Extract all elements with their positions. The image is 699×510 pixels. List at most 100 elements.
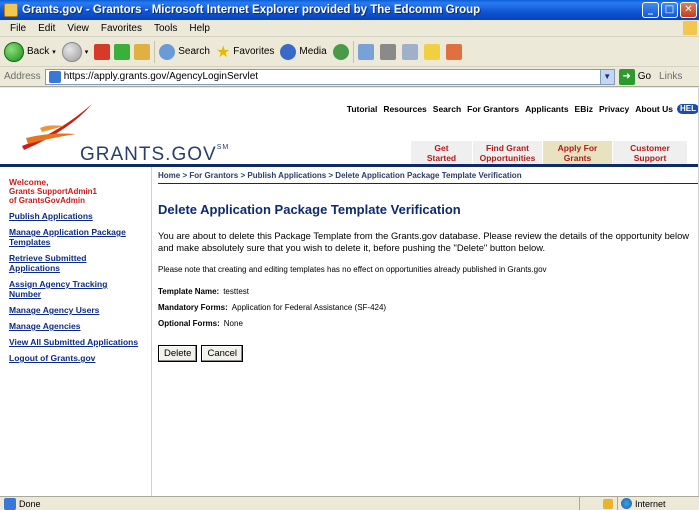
tab-customer-support[interactable]: Customer Support [612,141,687,164]
site-header: Tutorial Resources Search For Grantors A… [0,88,699,167]
top-navigation: Tutorial Resources Search For Grantors A… [341,104,699,114]
address-input[interactable]: https://apply.grants.gov/AgencyLoginServ… [44,68,615,85]
menu-favorites[interactable]: Favorites [95,23,148,34]
toolbar-separator [352,40,354,63]
globe-icon [621,498,632,509]
links-button[interactable]: Links [659,71,682,82]
page-icon [48,70,61,83]
media-label: Media [299,46,327,57]
minimize-button[interactable]: _ [642,2,659,18]
sidebar-item-retrieve-submitted-applications[interactable]: Retrieve Submitted Applications [9,253,139,273]
welcome-text: Welcome, [9,177,49,187]
menu-file[interactable]: File [4,23,32,34]
back-button[interactable]: Back ▾ [4,41,56,62]
menu-edit[interactable]: Edit [32,23,61,34]
topnav-for-grantors[interactable]: For Grantors [467,104,519,114]
cancel-button[interactable]: Cancel [201,345,244,362]
topnav-about-us[interactable]: About Us [635,104,673,114]
address-url: https://apply.grants.gov/AgencyLoginServ… [63,71,259,82]
tab-get-started[interactable]: Get Started [410,141,472,164]
page-viewport: Tutorial Resources Search For Grantors A… [0,88,699,496]
history-icon[interactable] [332,43,349,60]
menu-bar: File Edit View Favorites Tools Help [0,20,699,37]
topnav-resources[interactable]: Resources [383,104,426,114]
stop-icon[interactable] [94,43,111,60]
browser-toolbar: Back ▾ ▾ Search ★ Favorites Media [0,37,699,67]
intro-text: You are about to delete this Package Tem… [158,230,690,253]
address-label: Address [4,71,41,82]
template-name-row: Template Name: testtest [158,287,699,296]
favorites-button[interactable]: ★ Favorites [216,42,274,62]
optional-forms-label: Optional Forms: [158,319,220,328]
grants-logo-text: GRANTS.GOVSM [80,144,230,165]
close-button[interactable]: ✕ [680,2,697,18]
print-icon[interactable] [379,43,396,60]
tab-apply-for-grants[interactable]: Apply For Grants [542,141,612,164]
sidebar-item-manage-agency-users[interactable]: Manage Agency Users [9,305,139,315]
zone-text: Internet [635,498,666,509]
search-button[interactable]: Search [159,43,210,60]
search-label: Search [178,46,210,57]
forward-dropdown-icon[interactable]: ▾ [85,48,89,56]
folder-icon[interactable] [423,43,440,60]
menu-view[interactable]: View [61,23,95,34]
main-content: Home > For Grantors > Publish Applicatio… [158,167,699,496]
sidebar-item-view-all-submitted-applications[interactable]: View All Submitted Applications [9,337,139,347]
left-sidebar: Welcome, Grants SupportAdmin1 of GrantsG… [0,167,152,496]
optional-forms-row: Optional Forms: None [158,319,699,328]
template-name-value: testtest [223,287,249,296]
user-name-line1: Grants SupportAdmin1 [9,187,98,196]
go-label: Go [637,71,652,82]
tab-find-grant-opportunities[interactable]: Find Grant Opportunities [472,141,542,164]
refresh-icon[interactable] [114,43,131,60]
mandatory-forms-row: Mandatory Forms: Application for Federal… [158,303,699,312]
sidebar-item-manage-application-package-templates[interactable]: Manage Application Package Templates [9,227,139,247]
user-name-line2: of GrantsGovAdmin [9,196,86,205]
go-button[interactable]: ➜ Go [618,68,652,85]
messenger-icon[interactable] [445,43,462,60]
topnav-search[interactable]: Search [433,104,461,114]
address-bar: Address https://apply.grants.gov/AgencyL… [0,67,699,87]
sidebar-item-publish-applications[interactable]: Publish Applications [9,211,139,221]
address-dropdown-icon[interactable]: ▼ [599,69,614,84]
template-details: Template Name: testtest Mandatory Forms:… [158,287,699,328]
topnav-privacy[interactable]: Privacy [599,104,629,114]
sidebar-item-assign-agency-tracking-number[interactable]: Assign Agency Tracking Number [9,279,139,299]
note-text: Please note that creating and editing te… [158,265,547,274]
back-arrow-icon [4,41,24,62]
window-title: Grants.gov - Grantors - Microsoft Intern… [22,4,481,16]
windows-logo-icon [683,21,697,35]
mail-icon[interactable] [357,43,374,60]
sidebar-item-logout[interactable]: Logout of Grants.gov [9,353,139,363]
topnav-ebiz[interactable]: EBiz [575,104,593,114]
topnav-tutorial[interactable]: Tutorial [347,104,378,114]
status-text: Done [19,498,41,509]
page-status-icon [4,497,16,510]
back-label: Back [27,46,50,57]
menu-help[interactable]: Help [183,23,216,34]
media-icon [280,43,297,60]
maximize-button[interactable]: □ [661,2,678,18]
help-button[interactable]: HEL [677,104,699,114]
forward-button[interactable]: ▾ [61,41,89,62]
forward-arrow-icon [61,41,82,62]
media-button[interactable]: Media [280,43,327,60]
home-icon[interactable] [134,43,151,60]
template-name-label: Template Name: [158,287,220,296]
delete-button[interactable]: Delete [158,345,198,362]
favorites-label: Favorites [233,46,275,57]
search-icon [159,43,176,60]
page-title: Delete Application Package Template Veri… [158,202,461,217]
mandatory-forms-label: Mandatory Forms: [158,303,228,312]
edit-icon[interactable] [401,43,418,60]
sidebar-item-manage-agencies[interactable]: Manage Agencies [9,321,139,331]
toolbar-separator [154,40,156,63]
go-arrow-icon: ➜ [618,68,635,85]
topnav-applicants[interactable]: Applicants [525,104,568,114]
breadcrumb[interactable]: Home > For Grantors > Publish Applicatio… [158,167,699,184]
star-icon: ★ [215,43,231,61]
menu-tools[interactable]: Tools [148,23,183,34]
back-dropdown-icon[interactable]: ▾ [52,48,56,56]
status-bar: Done Internet [0,496,699,510]
action-buttons: Delete Cancel [158,345,699,362]
